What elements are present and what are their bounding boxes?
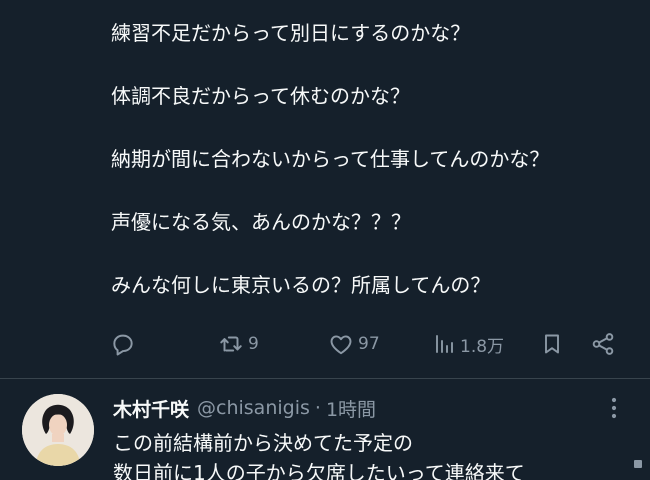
tweet-line: みんな何しに東京いるの？所属してんの？ xyxy=(111,273,491,297)
retweet-icon xyxy=(218,331,244,357)
reply-line: この前結構前から決めてた予定の xyxy=(113,431,413,455)
share-icon xyxy=(590,331,616,357)
reply-line: 数日前に1人の子から欠席したいって連絡来て xyxy=(113,461,525,480)
views-button[interactable]: 1.8万 xyxy=(432,330,504,358)
reply-bubble-icon xyxy=(110,331,136,357)
post-time[interactable]: 1時間 xyxy=(326,395,376,422)
author-name[interactable]: 木村千咲 xyxy=(113,395,189,422)
author-handle[interactable]: @chisanigis xyxy=(197,397,310,419)
views-count: 1.8万 xyxy=(460,336,505,357)
reply-text: この前結構前から決めてた予定の 数日前に1人の子から欠席したいって連絡来て xyxy=(113,428,643,480)
retweet-count: 9 xyxy=(248,334,259,354)
more-vertical-icon xyxy=(611,397,617,423)
tweet-line: 声優になる気、あんのかな？？？ xyxy=(111,210,411,234)
like-button[interactable]: 97 xyxy=(328,330,380,358)
bookmark-icon xyxy=(540,331,564,357)
share-button[interactable] xyxy=(590,330,616,358)
tweet-thread: 練習不足だからって別日にするのかな？ 体調不良だからって休むのかな？ 納期が間に… xyxy=(0,0,650,480)
bookmark-button[interactable] xyxy=(540,330,564,358)
like-count: 97 xyxy=(358,334,380,354)
divider xyxy=(0,378,650,379)
scroll-indicator xyxy=(634,460,642,468)
tweet-line: 納期が間に合わないからって仕事してんのかな？ xyxy=(111,147,550,171)
tweet-line: 練習不足だからって別日にするのかな？ xyxy=(111,21,471,45)
bar-chart-icon xyxy=(432,331,456,357)
tweet-text: 練習不足だからって別日にするのかな？ 体調不良だからって休むのかな？ 納期が間に… xyxy=(111,18,631,300)
reply-button[interactable] xyxy=(110,330,136,358)
avatar[interactable] xyxy=(22,394,94,466)
separator: · xyxy=(314,397,321,419)
heart-icon xyxy=(328,331,354,357)
reply-header: 木村千咲 @chisanigis · 1時間 xyxy=(113,394,376,422)
tweet-line: 体調不良だからって休むのかな？ xyxy=(111,84,410,108)
retweet-button[interactable]: 9 xyxy=(218,330,259,358)
more-button[interactable] xyxy=(600,396,628,424)
tweet-action-bar: 9 97 1.8万 xyxy=(110,330,620,358)
